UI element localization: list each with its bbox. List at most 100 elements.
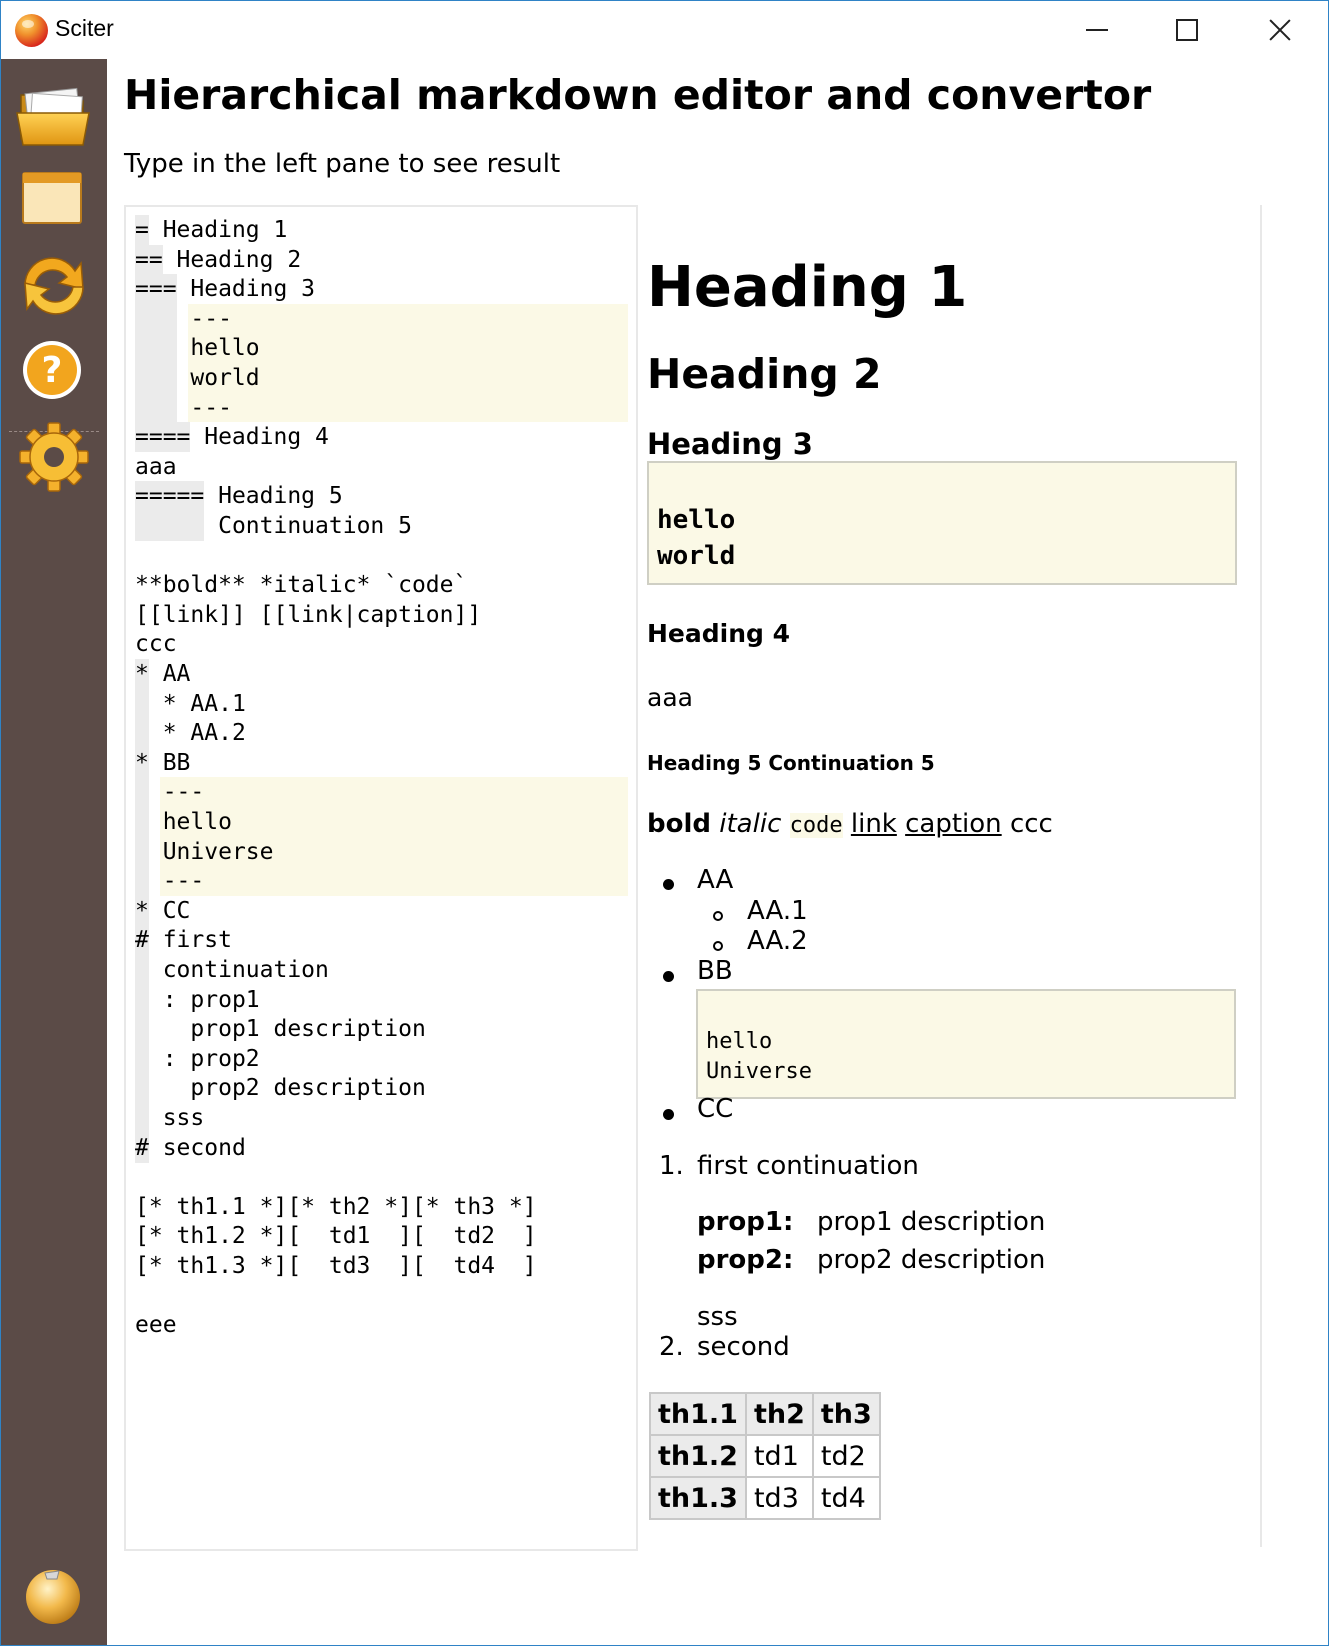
definition-description: prop2 description xyxy=(817,1245,1046,1275)
preview-heading-5: Heading 5 Continuation 5 xyxy=(647,751,935,775)
editor-line: [* th1.2 *][ td1 ][ td2 ] xyxy=(135,1221,537,1251)
table-row: th1.1 th2 th3 xyxy=(649,1392,881,1436)
editor-line: [* th1.1 *][* th2 *][* th3 *] xyxy=(135,1192,537,1222)
editor-line: Continuation 5 xyxy=(135,511,412,541)
editor-line-marker xyxy=(135,777,149,808)
list-number: 2. xyxy=(659,1332,684,1362)
preview-inline-formatting: bold italic code link caption ccc xyxy=(647,809,1053,839)
preview-table: th1.1 th2 th3 th1.2 td1 td2 th1.3 td3 td… xyxy=(649,1392,881,1520)
editor-line: hello xyxy=(135,807,232,837)
window-icon[interactable] xyxy=(1,159,107,243)
list-item: AA.2 xyxy=(747,926,808,956)
preview-heading-3: Heading 3 xyxy=(647,427,813,461)
app-window: Sciter ? Hierarchical markdown editor an… xyxy=(0,0,1329,1646)
editor-line-text: Universe xyxy=(148,838,274,865)
list-item: second xyxy=(697,1332,790,1362)
preview-heading-1: Heading 1 xyxy=(647,255,968,320)
editor-line-text: --- xyxy=(148,779,205,806)
editor-line-text: : prop1 xyxy=(148,986,260,1013)
editor-line: # first xyxy=(135,925,232,956)
svg-text:?: ? xyxy=(42,350,63,391)
list-item: CC xyxy=(697,1094,734,1124)
code-line: hello xyxy=(706,1029,773,1054)
editor-line: * BB xyxy=(135,747,191,778)
editor-line-text: CC xyxy=(148,897,191,924)
refresh-icon[interactable] xyxy=(1,243,107,327)
bullet-circle xyxy=(713,941,723,951)
preview-paragraph: aaa xyxy=(647,683,693,712)
editor-line-text: * AA.1 xyxy=(148,690,246,717)
editor-line-marker: = xyxy=(135,215,149,245)
editor-line: : prop2 xyxy=(135,1043,260,1074)
close-button[interactable] xyxy=(1235,1,1325,59)
editor-line: * AA.2 xyxy=(135,718,246,749)
maximize-button[interactable] xyxy=(1142,1,1232,59)
editor-line: --- xyxy=(135,866,205,897)
bullet xyxy=(663,1109,674,1120)
editor-line: [* th1.3 *][ td3 ][ td4 ] xyxy=(135,1251,537,1281)
orb-icon[interactable] xyxy=(1,1551,107,1635)
editor-line-marker xyxy=(135,363,177,393)
page-subtitle: Type in the left pane to see result xyxy=(124,149,561,179)
table-header-cell: th1.3 xyxy=(649,1476,747,1520)
editor-line: ==== Heading 4 xyxy=(135,422,329,453)
table-cell: td4 xyxy=(811,1476,881,1520)
editor-line-marker: ==== xyxy=(135,422,191,453)
editor-line-marker xyxy=(135,807,149,837)
link[interactable]: link xyxy=(851,809,897,839)
editor-line: --- xyxy=(135,392,232,423)
editor-line-text: continuation xyxy=(148,957,329,983)
editor-line-text: prop2 description xyxy=(148,1075,426,1102)
editor-line-text: AA xyxy=(148,661,191,687)
bullet xyxy=(663,879,674,890)
page-title: Hierarchical markdown editor and convert… xyxy=(124,71,1152,119)
title-bar: Sciter xyxy=(1,1,1328,59)
preview-code-block: hello world xyxy=(647,461,1237,585)
bullet-circle xyxy=(713,911,723,921)
caption-link[interactable]: caption xyxy=(905,809,1002,839)
table-cell: td1 xyxy=(744,1434,814,1478)
editor-line-marker xyxy=(135,984,149,1015)
editor-line: ccc xyxy=(135,629,177,659)
editor-line-marker xyxy=(135,955,149,985)
window-title: Sciter xyxy=(55,15,114,41)
preview-heading-4: Heading 4 xyxy=(647,619,791,648)
editor-line-text: Heading 2 xyxy=(162,246,302,273)
editor-line: prop2 description xyxy=(135,1073,426,1104)
definition-term: prop1: xyxy=(697,1207,794,1237)
editor-line-marker xyxy=(135,333,177,364)
inline-code: code xyxy=(789,813,843,838)
gear-icon[interactable] xyxy=(1,421,107,505)
editor-line: * CC xyxy=(135,895,191,926)
definition-description: prop1 description xyxy=(817,1207,1046,1237)
editor-line-marker: # xyxy=(135,1132,149,1163)
folder-open-icon[interactable] xyxy=(1,73,107,157)
markdown-editor[interactable]: = Heading 1 == Heading 2 === Heading 3 ---… xyxy=(124,205,638,1551)
editor-line-text: first xyxy=(148,927,232,954)
list-item: AA xyxy=(697,865,734,895)
editor-line-text: ccc xyxy=(135,631,177,658)
minimize-button[interactable] xyxy=(1052,1,1142,59)
editor-line: --- xyxy=(135,303,232,334)
editor-line-text: BB xyxy=(148,749,191,776)
list-item-text: sss xyxy=(697,1302,738,1332)
bullet xyxy=(663,971,674,982)
minimize-icon xyxy=(1086,29,1108,31)
sciter-logo-icon xyxy=(15,14,48,47)
preview-pane: Heading 1 Heading 2 Heading 3 hello worl… xyxy=(640,205,1262,1547)
table-row: th1.3 td3 td4 xyxy=(649,1476,881,1520)
maximize-icon xyxy=(1176,19,1198,41)
editor-line-text: --- xyxy=(148,868,205,895)
code-line: world xyxy=(657,541,736,571)
editor-line-text: * AA.2 xyxy=(148,720,246,747)
editor-line: --- xyxy=(135,777,205,808)
help-icon[interactable]: ? xyxy=(1,335,107,419)
editor-line-text: **bold** *italic* `code` xyxy=(135,572,468,599)
list-item: BB xyxy=(697,956,733,986)
editor-line-marker: # xyxy=(135,925,149,956)
editor-line-text: hello xyxy=(176,335,260,362)
editor-line-marker xyxy=(135,392,177,423)
list-number: 1. xyxy=(659,1151,684,1181)
editor-line: continuation xyxy=(135,955,329,985)
editor-line-text: Heading 3 xyxy=(176,276,316,303)
